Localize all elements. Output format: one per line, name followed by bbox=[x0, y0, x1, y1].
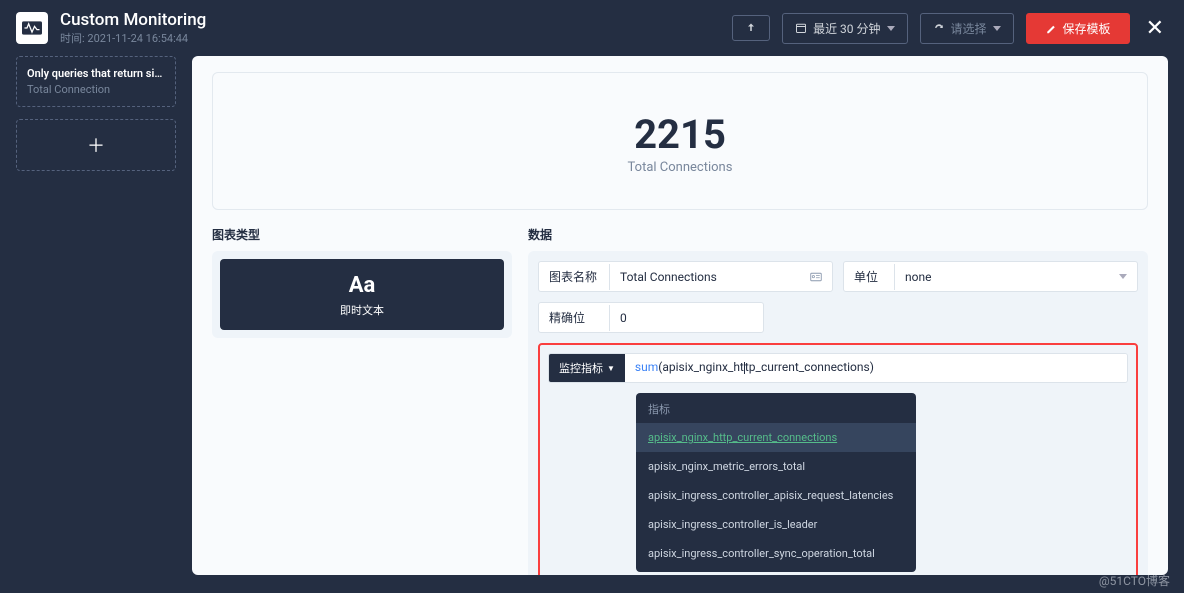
time-range-label: 最近 30 分钟 bbox=[813, 20, 880, 37]
unit-field[interactable]: 单位 none bbox=[843, 261, 1138, 292]
monitoring-icon bbox=[22, 20, 42, 36]
page-title: Custom Monitoring bbox=[60, 10, 206, 30]
panel-card-subtitle: Total Connection bbox=[27, 83, 165, 96]
unit-label: 单位 bbox=[844, 262, 894, 291]
time-range-select[interactable]: 最近 30 分钟 bbox=[782, 13, 907, 44]
dropdown-item[interactable]: apisix_ingress_controller_sync_operation… bbox=[636, 539, 916, 568]
decimals-label: 精确位 bbox=[539, 303, 609, 332]
close-button[interactable]: ✕ bbox=[1142, 16, 1168, 41]
save-template-button[interactable]: 保存模板 bbox=[1026, 13, 1130, 44]
preview-value: 2215 bbox=[213, 111, 1147, 158]
refresh-select[interactable]: 请选择 bbox=[920, 13, 1014, 44]
dropdown-item[interactable]: apisix_ingress_controller_apisix_request… bbox=[636, 481, 916, 510]
main-editor: 2215 Total Connections 图表类型 Aa 即时文本 数据 bbox=[192, 56, 1168, 575]
upload-icon bbox=[745, 22, 757, 34]
metric-label-button[interactable]: 监控指标 ▼ bbox=[549, 354, 625, 382]
plus-icon: ＋ bbox=[87, 132, 105, 158]
chart-type-group: Aa 即时文本 bbox=[212, 251, 512, 338]
chart-type-text-tile[interactable]: Aa 即时文本 bbox=[220, 259, 504, 330]
metric-expression-input[interactable]: sum(apisix_nginx_http_current_connection… bbox=[625, 354, 1127, 382]
dropdown-header: 指标 bbox=[636, 393, 916, 423]
dropdown-item[interactable]: apisix_nginx_metric_errors_total bbox=[636, 452, 916, 481]
text-type-icon: Aa bbox=[220, 273, 504, 298]
metric-highlight-box: 监控指标 ▼ sum(apisix_nginx_http_current_con… bbox=[538, 343, 1138, 575]
save-template-label: 保存模板 bbox=[1063, 20, 1111, 37]
refresh-placeholder: 请选择 bbox=[951, 20, 987, 37]
chart-name-field[interactable]: 图表名称 Total Connections bbox=[538, 261, 833, 292]
upload-button[interactable] bbox=[732, 15, 770, 41]
decimals-field[interactable]: 精确位 0 bbox=[538, 302, 764, 333]
decimals-value: 0 bbox=[620, 311, 627, 325]
chart-name-value: Total Connections bbox=[620, 270, 717, 284]
preview-panel: 2215 Total Connections bbox=[212, 72, 1148, 210]
chevron-down-icon bbox=[993, 26, 1001, 31]
panel-card[interactable]: Only queries that return sin… Total Conn… bbox=[16, 56, 176, 107]
id-card-icon bbox=[810, 271, 822, 283]
metric-label-text: 监控指标 bbox=[559, 360, 603, 376]
refresh-icon bbox=[933, 22, 945, 34]
chevron-down-icon bbox=[887, 26, 895, 31]
page-timestamp: 时间: 2021-11-24 16:54:44 bbox=[60, 30, 206, 46]
chevron-down-icon bbox=[1119, 274, 1127, 279]
data-section-title: 数据 bbox=[528, 226, 1148, 243]
chart-name-label: 图表名称 bbox=[539, 262, 609, 291]
chart-type-text-label: 即时文本 bbox=[220, 302, 504, 318]
caret-down-icon: ▼ bbox=[607, 364, 615, 373]
add-panel-button[interactable]: ＋ bbox=[16, 119, 176, 171]
metric-suggestion-dropdown: 指标 apisix_nginx_http_current_connections… bbox=[636, 393, 916, 572]
panel-card-title: Only queries that return sin… bbox=[27, 67, 165, 80]
save-icon bbox=[1045, 22, 1057, 34]
sidebar: Only queries that return sin… Total Conn… bbox=[16, 56, 176, 575]
preview-label: Total Connections bbox=[213, 160, 1147, 175]
dropdown-item[interactable]: apisix_ingress_controller_is_leader bbox=[636, 510, 916, 539]
unit-value: none bbox=[905, 270, 931, 284]
dropdown-item[interactable]: apisix_nginx_http_current_connections bbox=[636, 423, 916, 452]
app-logo bbox=[16, 12, 48, 44]
metric-field[interactable]: 监控指标 ▼ sum(apisix_nginx_http_current_con… bbox=[548, 353, 1128, 383]
data-form: 图表名称 Total Connections 单位 none bbox=[528, 251, 1148, 575]
watermark-text: @51CTO博客 bbox=[1099, 572, 1170, 589]
title-block: Custom Monitoring 时间: 2021-11-24 16:54:4… bbox=[60, 10, 206, 46]
chart-type-section-title: 图表类型 bbox=[212, 226, 512, 243]
calendar-icon bbox=[795, 22, 807, 34]
app-header: Custom Monitoring 时间: 2021-11-24 16:54:4… bbox=[0, 0, 1184, 56]
